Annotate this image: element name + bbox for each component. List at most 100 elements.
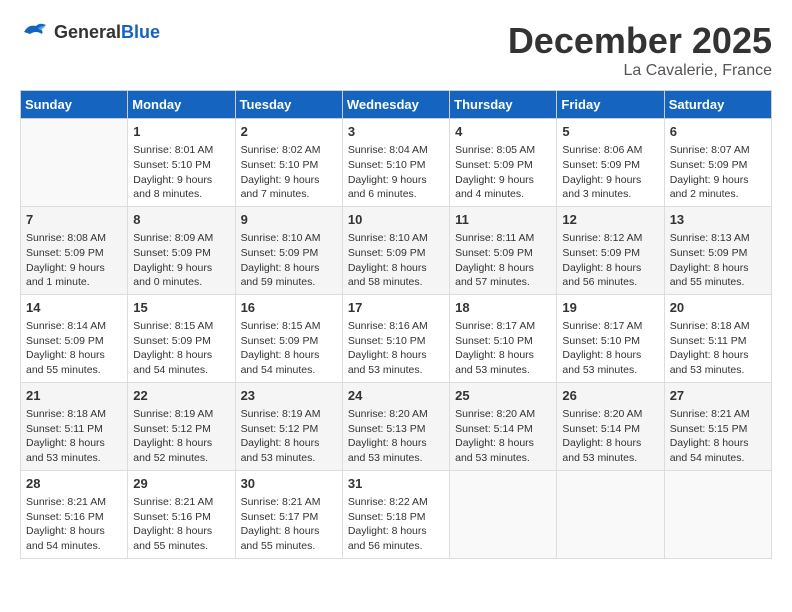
day-number: 1 [133,123,229,141]
calendar-week-row: 14Sunrise: 8:14 AM Sunset: 5:09 PM Dayli… [21,294,772,382]
day-info: Sunrise: 8:06 AM Sunset: 5:09 PM Dayligh… [562,143,658,202]
calendar-cell: 10 Sunrise: 8:10 AM Sunset: 5:09 PM Dayli… [342,206,449,294]
calendar-cell: 18 Sunrise: 8:17 AM Sunset: 5:10 PM Dayli… [450,294,557,382]
day-info: Sunrise: 8:02 AM Sunset: 5:10 PM Dayligh… [241,143,337,202]
calendar-cell: 8 Sunrise: 8:09 AM Sunset: 5:09 PM Daylig… [128,206,235,294]
calendar-cell: 2 Sunrise: 8:02 AM Sunset: 5:10 PM Daylig… [235,119,342,207]
day-number: 5 [562,123,658,141]
calendar-header-wednesday: Wednesday [342,91,449,119]
calendar-cell: 15 Sunrise: 8:15 AM Sunset: 5:09 PM Dayli… [128,294,235,382]
calendar-cell: 12 Sunrise: 8:12 AM Sunset: 5:09 PM Dayli… [557,206,664,294]
calendar-header-monday: Monday [128,91,235,119]
day-info: Sunrise: 8:19 AM Sunset: 5:12 PM Dayligh… [241,407,337,466]
calendar-cell: 25Sunrise: 8:20 AM Sunset: 5:14 PM Dayli… [450,382,557,470]
day-info: Sunrise: 8:08 AM Sunset: 5:09 PM Dayligh… [26,231,122,290]
day-number: 13 [670,211,766,229]
day-info: Sunrise: 8:01 AM Sunset: 5:10 PM Dayligh… [133,143,229,202]
day-number: 28 [26,475,122,493]
calendar-cell: 31 Sunrise: 8:22 AM Sunset: 5:18 PM Dayli… [342,470,449,558]
calendar-cell: 21 Sunrise: 8:18 AM Sunset: 5:11 PM Dayli… [21,382,128,470]
day-number: 30 [241,475,337,493]
day-info: Sunrise: 8:21 AM Sunset: 5:16 PM Dayligh… [26,495,122,554]
logo-text: GeneralBlue [54,22,160,43]
day-info: Sunrise: 8:21 AM Sunset: 5:17 PM Dayligh… [241,495,337,554]
day-info: Sunrise: 8:14 AM Sunset: 5:09 PM Dayligh… [26,319,122,378]
day-info: Sunrise: 8:21 AM Sunset: 5:15 PM Dayligh… [670,407,766,466]
calendar-cell [557,470,664,558]
location-title: La Cavalerie, France [508,62,772,80]
calendar-cell: 7Sunrise: 8:08 AM Sunset: 5:09 PM Daylig… [21,206,128,294]
calendar-cell: 6Sunrise: 8:07 AM Sunset: 5:09 PM Daylig… [664,119,771,207]
day-info: Sunrise: 8:09 AM Sunset: 5:09 PM Dayligh… [133,231,229,290]
logo-bird-icon [20,20,50,44]
calendar-cell: 17 Sunrise: 8:16 AM Sunset: 5:10 PM Dayli… [342,294,449,382]
calendar-cell: 22Sunrise: 8:19 AM Sunset: 5:12 PM Dayli… [128,382,235,470]
page-header: GeneralBlue December 2025 La Cavalerie, … [20,20,772,80]
day-info: Sunrise: 8:17 AM Sunset: 5:10 PM Dayligh… [562,319,658,378]
calendar-cell: 5 Sunrise: 8:06 AM Sunset: 5:09 PM Daylig… [557,119,664,207]
calendar-header-thursday: Thursday [450,91,557,119]
day-number: 11 [455,211,551,229]
calendar-cell: 27Sunrise: 8:21 AM Sunset: 5:15 PM Dayli… [664,382,771,470]
day-info: Sunrise: 8:10 AM Sunset: 5:09 PM Dayligh… [348,231,444,290]
day-number: 2 [241,123,337,141]
calendar-cell: 3 Sunrise: 8:04 AM Sunset: 5:10 PM Daylig… [342,119,449,207]
calendar-cell: 28 Sunrise: 8:21 AM Sunset: 5:16 PM Dayli… [21,470,128,558]
day-number: 15 [133,299,229,317]
day-info: Sunrise: 8:20 AM Sunset: 5:14 PM Dayligh… [562,407,658,466]
day-number: 12 [562,211,658,229]
day-info: Sunrise: 8:18 AM Sunset: 5:11 PM Dayligh… [670,319,766,378]
day-info: Sunrise: 8:22 AM Sunset: 5:18 PM Dayligh… [348,495,444,554]
day-number: 29 [133,475,229,493]
calendar-header-saturday: Saturday [664,91,771,119]
calendar-week-row: 7Sunrise: 8:08 AM Sunset: 5:09 PM Daylig… [21,206,772,294]
calendar-cell: 23Sunrise: 8:19 AM Sunset: 5:12 PM Dayli… [235,382,342,470]
calendar-header-friday: Friday [557,91,664,119]
calendar-table: SundayMondayTuesdayWednesdayThursdayFrid… [20,90,772,559]
day-number: 10 [348,211,444,229]
day-number: 4 [455,123,551,141]
day-number: 24 [348,387,444,405]
calendar-cell: 16 Sunrise: 8:15 AM Sunset: 5:09 PM Dayli… [235,294,342,382]
day-number: 18 [455,299,551,317]
logo: GeneralBlue [20,20,160,44]
day-info: Sunrise: 8:18 AM Sunset: 5:11 PM Dayligh… [26,407,122,466]
day-info: Sunrise: 8:04 AM Sunset: 5:10 PM Dayligh… [348,143,444,202]
calendar-cell: 29 Sunrise: 8:21 AM Sunset: 5:16 PM Dayli… [128,470,235,558]
day-info: Sunrise: 8:16 AM Sunset: 5:10 PM Dayligh… [348,319,444,378]
day-number: 21 [26,387,122,405]
calendar-cell: 4Sunrise: 8:05 AM Sunset: 5:09 PM Daylig… [450,119,557,207]
calendar-header-row: SundayMondayTuesdayWednesdayThursdayFrid… [21,91,772,119]
day-info: Sunrise: 8:21 AM Sunset: 5:16 PM Dayligh… [133,495,229,554]
logo-blue: Blue [121,22,160,42]
day-info: Sunrise: 8:15 AM Sunset: 5:09 PM Dayligh… [133,319,229,378]
calendar-cell: 20Sunrise: 8:18 AM Sunset: 5:11 PM Dayli… [664,294,771,382]
day-info: Sunrise: 8:19 AM Sunset: 5:12 PM Dayligh… [133,407,229,466]
calendar-cell: 24 Sunrise: 8:20 AM Sunset: 5:13 PM Dayli… [342,382,449,470]
day-info: Sunrise: 8:13 AM Sunset: 5:09 PM Dayligh… [670,231,766,290]
calendar-cell [21,119,128,207]
day-number: 16 [241,299,337,317]
day-info: Sunrise: 8:15 AM Sunset: 5:09 PM Dayligh… [241,319,337,378]
day-number: 3 [348,123,444,141]
day-number: 26 [562,387,658,405]
calendar-header-sunday: Sunday [21,91,128,119]
day-info: Sunrise: 8:20 AM Sunset: 5:13 PM Dayligh… [348,407,444,466]
day-number: 31 [348,475,444,493]
day-number: 9 [241,211,337,229]
day-number: 17 [348,299,444,317]
calendar-cell: 14Sunrise: 8:14 AM Sunset: 5:09 PM Dayli… [21,294,128,382]
calendar-cell: 9 Sunrise: 8:10 AM Sunset: 5:09 PM Daylig… [235,206,342,294]
day-info: Sunrise: 8:07 AM Sunset: 5:09 PM Dayligh… [670,143,766,202]
day-number: 25 [455,387,551,405]
title-area: December 2025 La Cavalerie, France [508,20,772,80]
calendar-cell: 13 Sunrise: 8:13 AM Sunset: 5:09 PM Dayli… [664,206,771,294]
day-info: Sunrise: 8:17 AM Sunset: 5:10 PM Dayligh… [455,319,551,378]
day-info: Sunrise: 8:12 AM Sunset: 5:09 PM Dayligh… [562,231,658,290]
day-number: 19 [562,299,658,317]
calendar-week-row: 1 Sunrise: 8:01 AM Sunset: 5:10 PM Daylig… [21,119,772,207]
calendar-week-row: 28 Sunrise: 8:21 AM Sunset: 5:16 PM Dayli… [21,470,772,558]
day-number: 8 [133,211,229,229]
day-info: Sunrise: 8:10 AM Sunset: 5:09 PM Dayligh… [241,231,337,290]
calendar-cell: 30 Sunrise: 8:21 AM Sunset: 5:17 PM Dayli… [235,470,342,558]
